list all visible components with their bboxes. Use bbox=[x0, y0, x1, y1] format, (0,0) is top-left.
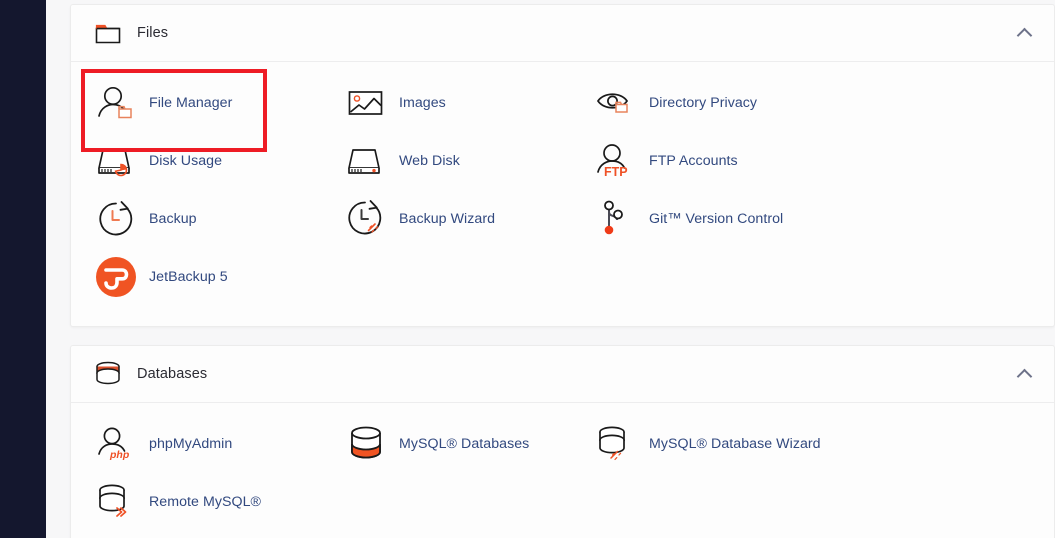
mysql-wizard-icon bbox=[593, 421, 639, 467]
items-grid-databases: php phpMyAdmin MySQL® Databases MySQL® D… bbox=[71, 415, 1054, 531]
folder-icon bbox=[91, 18, 125, 48]
item-file-manager[interactable]: File Manager bbox=[81, 69, 343, 152]
item-jetbackup-5[interactable]: JetBackup 5 bbox=[93, 248, 343, 306]
git-version-control-icon bbox=[593, 196, 639, 242]
item-mysql-database-wizard[interactable]: MySQL® Database Wizard bbox=[593, 415, 843, 473]
item-web-disk[interactable]: Web Disk bbox=[343, 132, 593, 190]
item-mysql-databases[interactable]: MySQL® Databases bbox=[343, 415, 593, 473]
item-label: phpMyAdmin bbox=[149, 436, 233, 452]
file-manager-icon bbox=[93, 80, 139, 126]
item-ftp-accounts[interactable]: FTP FTP Accounts bbox=[593, 132, 843, 190]
item-git-version-control[interactable]: Git™ Version Control bbox=[593, 190, 843, 248]
item-disk-usage[interactable]: Disk Usage bbox=[93, 132, 343, 190]
images-icon bbox=[343, 80, 389, 126]
item-remote-mysql[interactable]: Remote MySQL® bbox=[93, 473, 343, 531]
item-phpmyadmin[interactable]: php phpMyAdmin bbox=[93, 415, 343, 473]
backup-icon bbox=[93, 196, 139, 242]
item-backup[interactable]: Backup bbox=[93, 190, 343, 248]
ftp-accounts-icon: FTP bbox=[593, 138, 639, 184]
svg-text:FTP: FTP bbox=[604, 165, 628, 179]
jetbackup-icon bbox=[93, 254, 139, 300]
web-disk-icon bbox=[343, 138, 389, 184]
cpanel-app: Files File Manager Images Directory Priv… bbox=[0, 0, 1055, 538]
section-card-databases: Databases php phpMyAdmin MySQL® Database… bbox=[70, 345, 1055, 538]
mysql-databases-icon bbox=[343, 421, 389, 467]
item-label: Git™ Version Control bbox=[649, 211, 784, 227]
item-label: Directory Privacy bbox=[649, 95, 758, 111]
main-content: Files File Manager Images Directory Priv… bbox=[46, 0, 1055, 538]
phpmyadmin-icon: php bbox=[93, 421, 139, 467]
item-label: MySQL® Database Wizard bbox=[649, 436, 821, 452]
section-body-databases: php phpMyAdmin MySQL® Databases MySQL® D… bbox=[71, 403, 1054, 538]
disk-usage-icon bbox=[93, 138, 139, 184]
item-label: Backup bbox=[149, 211, 197, 227]
database-icon bbox=[91, 359, 125, 389]
item-label: Images bbox=[399, 95, 446, 111]
backup-wizard-icon bbox=[343, 196, 389, 242]
items-grid-files: File Manager Images Directory Privacy Di… bbox=[71, 69, 1054, 306]
item-label: MySQL® Databases bbox=[399, 436, 530, 452]
chevron-up-icon[interactable] bbox=[1010, 19, 1038, 47]
section-header-files[interactable]: Files bbox=[71, 5, 1054, 62]
section-title: Files bbox=[137, 25, 169, 41]
directory-privacy-icon bbox=[593, 80, 639, 126]
item-label: Backup Wizard bbox=[399, 211, 496, 227]
item-label: Web Disk bbox=[399, 153, 460, 169]
section-title: Databases bbox=[137, 366, 208, 382]
item-label: JetBackup 5 bbox=[149, 269, 228, 285]
item-directory-privacy[interactable]: Directory Privacy bbox=[593, 74, 843, 132]
section-header-databases[interactable]: Databases bbox=[71, 346, 1054, 403]
section-body-files: File Manager Images Directory Privacy Di… bbox=[71, 62, 1054, 326]
section-card-files: Files File Manager Images Directory Priv… bbox=[70, 4, 1055, 327]
chevron-up-icon[interactable] bbox=[1010, 360, 1038, 388]
item-backup-wizard[interactable]: Backup Wizard bbox=[343, 190, 593, 248]
item-label: FTP Accounts bbox=[649, 153, 738, 169]
item-images[interactable]: Images bbox=[343, 74, 593, 132]
item-label: Remote MySQL® bbox=[149, 494, 262, 510]
item-label: Disk Usage bbox=[149, 153, 223, 169]
remote-mysql-icon bbox=[93, 479, 139, 525]
item-label: File Manager bbox=[149, 95, 233, 111]
svg-text:php: php bbox=[109, 449, 130, 461]
left-sidebar bbox=[0, 0, 46, 538]
